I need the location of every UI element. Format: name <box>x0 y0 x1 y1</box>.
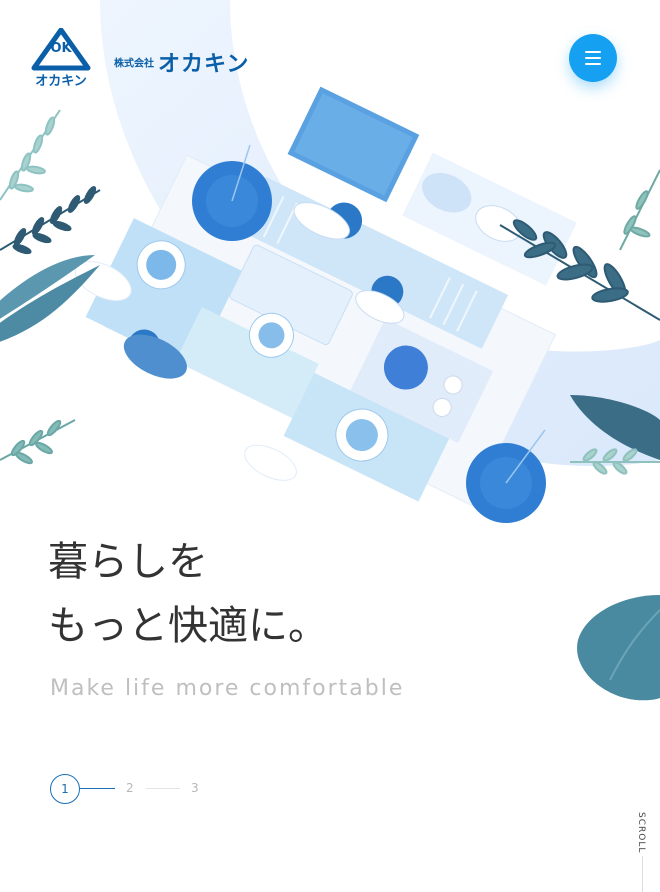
company-prefix: 株式会社 <box>114 58 154 70</box>
ok-mark-letters: OK <box>50 41 72 56</box>
scroll-indicator[interactable]: SCROLL <box>628 812 656 892</box>
pager-item-2[interactable]: 2 <box>126 781 134 795</box>
hero-illustration <box>0 0 660 701</box>
hamburger-icon <box>585 51 601 53</box>
menu-button[interactable] <box>569 34 617 82</box>
headline-line-1: 暮らしを <box>48 539 208 585</box>
pager-item-3[interactable]: 3 <box>191 781 199 795</box>
pager-item-1[interactable]: 1 <box>50 774 80 804</box>
scroll-line <box>642 856 643 892</box>
hamburger-icon-line <box>585 63 601 65</box>
hero-tagline: Make life more comfortable <box>50 676 405 701</box>
hamburger-icon-line <box>585 57 601 59</box>
ok-logo-mark: OK オカキン <box>30 27 92 90</box>
logo-kana: オカキン <box>35 74 87 89</box>
scroll-label: SCROLL <box>636 812 646 854</box>
company-name: オカキン <box>158 52 250 77</box>
slide-pager: 1 2 3 <box>50 774 230 804</box>
monstera-leaf <box>577 595 660 701</box>
company-name-block: 株式会社 オカキン <box>114 46 249 78</box>
pager-progress-line <box>79 788 115 789</box>
company-logo[interactable]: OK オカキン 株式会社 オカキン <box>30 27 270 90</box>
hero-headline: 暮らしを もっと快適に。 <box>48 530 328 658</box>
pager-divider <box>146 788 180 789</box>
headline-line-2: もっと快適に。 <box>48 603 328 649</box>
